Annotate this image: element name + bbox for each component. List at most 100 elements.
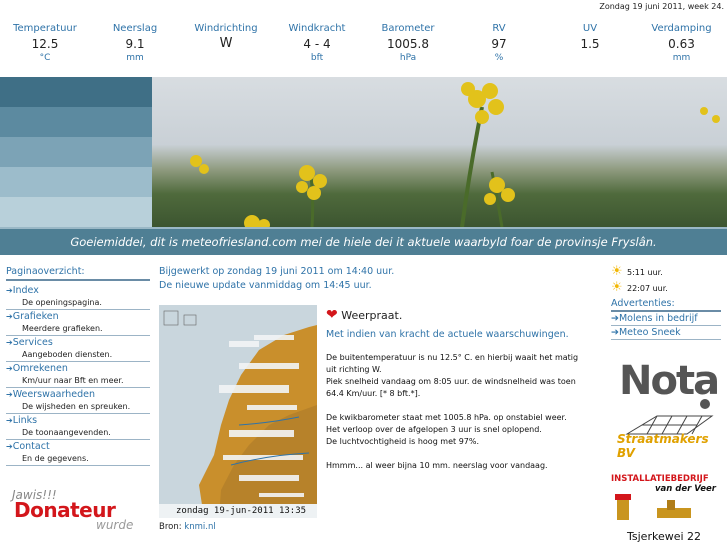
ad-link-meteo-sneek[interactable]: ➔Meteo Sneek [611,326,721,340]
arrow-right-icon: ➔ [611,313,619,324]
radar-image[interactable]: zondag 19-jun-2011 13:35 LT [159,305,317,518]
weather-barometer: Barometer 1005.8 hPa [362,22,454,64]
nav-item-title[interactable]: Services [13,337,53,348]
nav-item-services[interactable]: ➔Services Aangeboden diensten. [6,336,150,362]
inst-line1-red: IN [611,474,622,484]
nota-strip: Straatmakers BV [617,432,709,460]
color-bands [0,77,152,227]
weerpraat-subtitle[interactable]: Met indien van kracht de actuele waarsch… [326,329,591,340]
weather-unit: mm [672,53,691,63]
radar-source-label: Bron: [159,522,182,532]
nav-item-grafieken[interactable]: ➔Grafieken Meerdere grafieken. [6,310,150,336]
weerpraat-para3: Hmmm... al weer bijna 10 mm. neerslag vo… [326,461,548,470]
weather-label: Neerslag [112,23,158,34]
arrow-right-icon: ➔ [6,312,13,321]
nav-item-desc: Aangeboden diensten. [22,350,113,359]
arrow-right-icon: ➔ [6,390,13,399]
nota-ad[interactable]: Nota Straatmakers BV [617,358,724,460]
weather-value: 0.63 [668,37,695,51]
sunrise-row: ☀ 5:11 uur. [611,264,721,280]
weather-value: 4 - 4 [303,37,331,51]
nav-item-links[interactable]: ➔Links De toonaangevenden. [6,414,150,440]
weather-unit: bft [310,53,324,63]
weather-value: W [219,36,233,51]
weather-value: 1005.8 [387,37,429,51]
weather-uv: UV 1.5 [544,22,636,64]
installatie-ad[interactable]: INSTALLATIEBEDRIJF van der Veer Tsjerkew… [611,474,721,544]
nav-item-title[interactable]: Omrekenen [13,363,68,374]
weerpraat-line: De kwikbarometer staat met 1005.8 hPa. o… [326,413,567,422]
weather-value: 97 [491,37,507,51]
nav-item-desc: Km/uur naar Bft en meer. [22,376,124,385]
nav-item-title[interactable]: Index [13,285,39,296]
weerpraat-para1: De buitentemperatuur is nu 12.5° C. en h… [326,352,591,400]
banner-tagline: Goeiemiddei, dit is meteofriesland.com m… [0,227,727,255]
weather-humidity: RV 97 % [454,22,544,64]
weerpraat-panel: ❤ Weerpraat. Met indien van kracht de ac… [326,307,591,472]
weerpraat-line: De buitentemperatuur is nu 12.5° C. en h… [326,353,579,374]
inst-line1-rest: STALLATIEBEDRIJF [621,474,709,484]
nav-item-desc: En de gegevens. [22,454,89,463]
radar-stamp: zondag 19-jun-2011 13:35 LT [159,504,317,518]
weather-value: 9.1 [125,37,145,51]
weather-unit: hPa [399,53,417,63]
arrow-right-icon: ➔ [6,364,13,373]
nav-item-desc: De openingspagina. [22,298,102,307]
sunset-row: ☀ 22:07 uur. [611,280,721,296]
arrow-right-icon: ➔ [6,338,13,347]
weather-unit [180,52,272,64]
nav-item-title[interactable]: Grafieken [13,311,59,322]
radar-source-link[interactable]: knmi.nl [184,522,215,532]
inst-line3: Tsjerkewei 22 [627,530,702,543]
weerpraat-line: De luchtvochtigheid is hoog met 97%. [326,437,480,446]
inst-line1: INSTALLATIEBEDRIJF [611,474,709,484]
weather-label: RV [492,23,506,34]
donateur-banner[interactable]: Jawis!!! Donateur wurde [10,488,144,533]
inst-line2: van der Veer [655,484,716,494]
nav-item-desc: Meerdere grafieken. [22,324,103,333]
weather-wind-force: Windkracht 4 - 4 bft [272,22,362,64]
weather-label: Barometer [381,23,435,34]
nav-item-title[interactable]: Weerswaarheden [13,389,95,400]
donateur-line3: wurde [96,518,134,532]
weather-unit: mm [126,53,144,63]
radar-source: Bron: knmi.nl [159,522,216,532]
banner-photo [152,77,727,227]
weather-strip: Temperatuur 12.5 °C Neerslag 9.1 mm Wind… [0,22,727,64]
nav-heading: Paginaoverzicht: [6,266,150,281]
weather-value: 1.5 [580,37,600,51]
weather-unit: % [494,53,504,63]
weather-temperature: Temperatuur 12.5 °C [0,22,90,64]
nav-item-contact[interactable]: ➔Contact En de gegevens. [6,440,150,466]
nav-item-title[interactable]: Links [13,415,37,426]
weather-evaporation: Verdamping 0.63 mm [636,22,727,64]
nav-item-omrekenen[interactable]: ➔Omrekenen Km/uur naar Bft en meer. [6,362,150,388]
ads-heading: Advertenties: [611,298,721,312]
weerpraat-title: Weerpraat. [341,309,403,322]
sunrise-icon: ☀ [611,264,623,279]
weather-wind-direction: Windrichting W [180,22,272,64]
update-line1: Bijgewerkt op zondag 19 juni 2011 om 14:… [159,266,395,277]
weather-unit [544,52,636,64]
right-column: ☀ 5:11 uur. ☀ 22:07 uur. Advertenties: ➔Mo… [611,264,721,340]
faucet-icon [615,494,691,520]
weather-label: UV [582,23,598,34]
weather-label: Temperatuur [13,23,77,34]
weather-unit: °C [39,53,51,63]
nav-item-weerswaarheden[interactable]: ➔Weerswaarheden De wijsheden en spreuken… [6,388,150,414]
arrow-right-icon: ➔ [6,416,13,425]
nav-item-index[interactable]: ➔Index De openingspagina. [6,284,150,310]
ad-link-molens[interactable]: ➔Molens in bedrijf [611,312,721,326]
update-info: Bijgewerkt op zondag 19 juni 2011 om 14:… [159,265,394,293]
ad-link-label[interactable]: Meteo Sneek [619,327,681,338]
weerpraat-line: Het verloop over de afgelopen 3 uur is s… [326,425,542,434]
arrow-right-icon: ➔ [611,327,619,338]
nav-item-title[interactable]: Contact [13,441,50,452]
header-banner: Goeiemiddei, dit is meteofriesland.com m… [0,77,727,255]
ad-link-label[interactable]: Molens in bedrijf [619,313,698,324]
weather-label: Windrichting [194,23,258,34]
sidebar-nav: Paginaoverzicht: ➔Index De openingspagin… [6,266,150,466]
weerpraat-para2: De kwikbarometer staat met 1005.8 hPa. o… [326,412,591,448]
arrow-right-icon: ➔ [6,442,13,451]
nav-item-desc: De toonaangevenden. [22,428,111,437]
